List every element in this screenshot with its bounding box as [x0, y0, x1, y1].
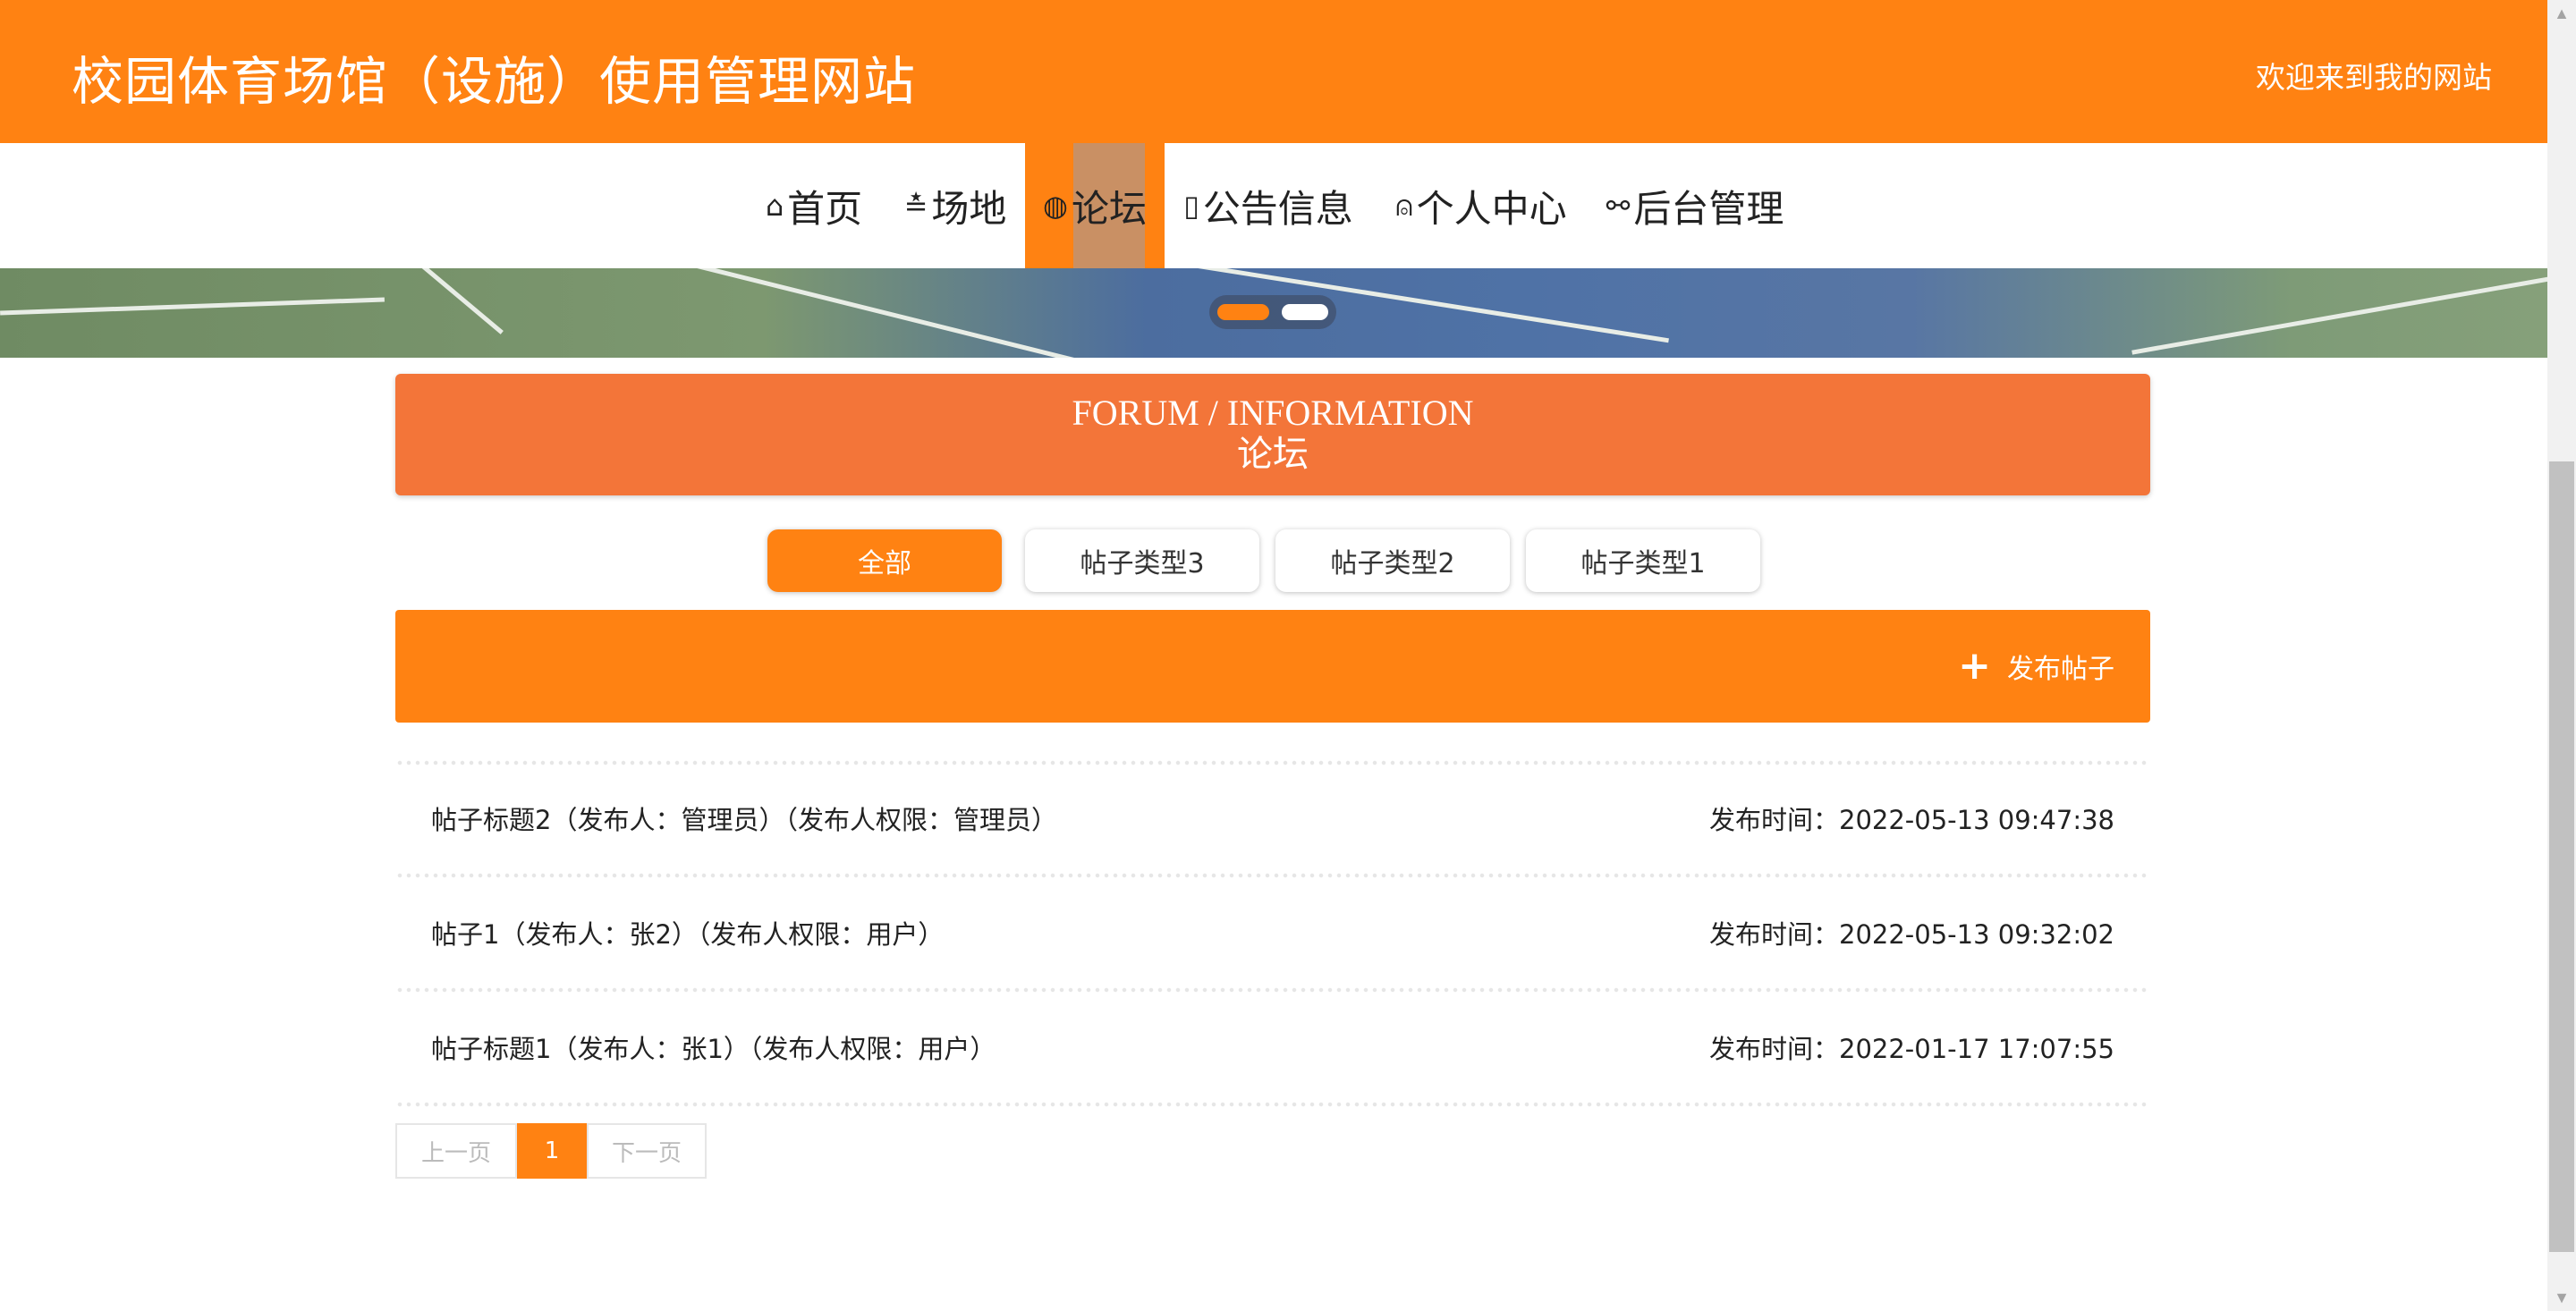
post-row[interactable]: 帖子标题1（发布人：张1）（发布人权限：用户） 发布时间：2022-01-17 …	[395, 993, 2150, 1102]
page-number-current[interactable]: 1	[517, 1123, 587, 1179]
site-title: 校园体育场馆（设施）使用管理网站	[72, 51, 917, 112]
post-time: 发布时间：2022-05-13 09:32:02	[1709, 919, 2114, 950]
palette-icon: ◍	[1043, 189, 1068, 223]
scroll-up-icon[interactable]: ▲	[2547, 0, 2576, 27]
nav-item-label: 公告信息	[1202, 186, 1353, 231]
court-line	[632, 268, 1085, 358]
tab-all[interactable]: 全部	[767, 529, 1002, 592]
nav-item-forum[interactable]: ◍ 论坛	[1025, 143, 1165, 268]
court-line	[2131, 275, 2547, 355]
scrollbar-thumb[interactable]	[2549, 461, 2574, 1252]
nav-item-home[interactable]: ⌂ 首页	[760, 143, 868, 268]
new-post-label: 发布帖子	[2007, 654, 2114, 685]
court-line	[0, 297, 385, 316]
new-post-button[interactable]: + 发布帖子	[1958, 646, 2114, 687]
link-icon: ⚯	[1606, 189, 1631, 223]
post-time: 发布时间：2022-01-17 17:07:55	[1709, 1034, 2114, 1064]
carousel-dot[interactable]	[1282, 304, 1328, 320]
nav-item-label: 论坛	[1071, 186, 1147, 231]
post-title[interactable]: 帖子标题1（发布人：张1）（发布人权限：用户）	[431, 1028, 996, 1066]
sliders-icon: ≛	[903, 189, 928, 223]
carousel-indicators	[1209, 295, 1336, 329]
forum-header: FORUM / INFORMATION 论坛	[395, 374, 2150, 495]
court-line	[391, 268, 504, 334]
home-icon: ⌂	[765, 189, 784, 223]
prev-page-button[interactable]: 上一页	[395, 1123, 517, 1179]
note-icon: ▯	[1183, 189, 1199, 223]
forum-title-en: FORUM / INFORMATION	[1072, 393, 1474, 433]
plus-icon: +	[1958, 643, 1991, 689]
nav-item-admin[interactable]: ⚯ 后台管理	[1605, 143, 1785, 268]
action-bar: + 发布帖子	[395, 610, 2150, 723]
tab-type-1[interactable]: 帖子类型1	[1526, 529, 1760, 592]
main-nav: ⌂ 首页 ≛ 场地 ◍ 论坛 ▯ 公告信息 ⍝ 个人中心 ⚯ 后台管理	[0, 143, 2547, 268]
nav-item-label: 后台管理	[1633, 186, 1784, 231]
divider	[395, 1102, 2150, 1107]
next-page-button[interactable]: 下一页	[587, 1123, 707, 1179]
carousel-dot-active[interactable]	[1217, 304, 1269, 320]
user-icon: ⍝	[1395, 188, 1413, 223]
post-time: 发布时间：2022-05-13 09:47:38	[1709, 805, 2114, 835]
header-bar: 校园体育场馆（设施）使用管理网站 欢迎来到我的网站	[0, 0, 2547, 143]
court-line	[1032, 268, 1669, 343]
post-row[interactable]: 帖子标题2（发布人：管理员）（发布人权限：管理员） 发布时间：2022-05-1…	[395, 764, 2150, 873]
nav-item-notice[interactable]: ▯ 公告信息	[1179, 143, 1358, 268]
nav-item-label: 个人中心	[1416, 186, 1567, 231]
post-title[interactable]: 帖子1（发布人：张2）（发布人权限：用户）	[431, 914, 944, 952]
pagination: 上一页 1 下一页	[395, 1123, 707, 1179]
post-row[interactable]: 帖子1（发布人：张2）（发布人权限：用户） 发布时间：2022-05-13 09…	[395, 878, 2150, 987]
forum-title-zh: 论坛	[1237, 434, 1309, 475]
welcome-text: 欢迎来到我的网站	[2256, 60, 2492, 95]
tab-type-2[interactable]: 帖子类型2	[1275, 529, 1510, 592]
nav-item-profile[interactable]: ⍝ 个人中心	[1392, 143, 1571, 268]
nav-item-label: 场地	[931, 186, 1007, 231]
nav-item-venue[interactable]: ≛ 场地	[900, 143, 1011, 268]
nav-item-label: 首页	[787, 186, 863, 231]
post-title[interactable]: 帖子标题2（发布人：管理员）（发布人权限：管理员）	[431, 799, 1057, 837]
page: 校园体育场馆（设施）使用管理网站 欢迎来到我的网站 ⌂ 首页 ≛ 场地 ◍ 论坛…	[0, 0, 2547, 1311]
tab-type-3[interactable]: 帖子类型3	[1025, 529, 1259, 592]
scroll-down-icon[interactable]: ▼	[2547, 1284, 2576, 1311]
